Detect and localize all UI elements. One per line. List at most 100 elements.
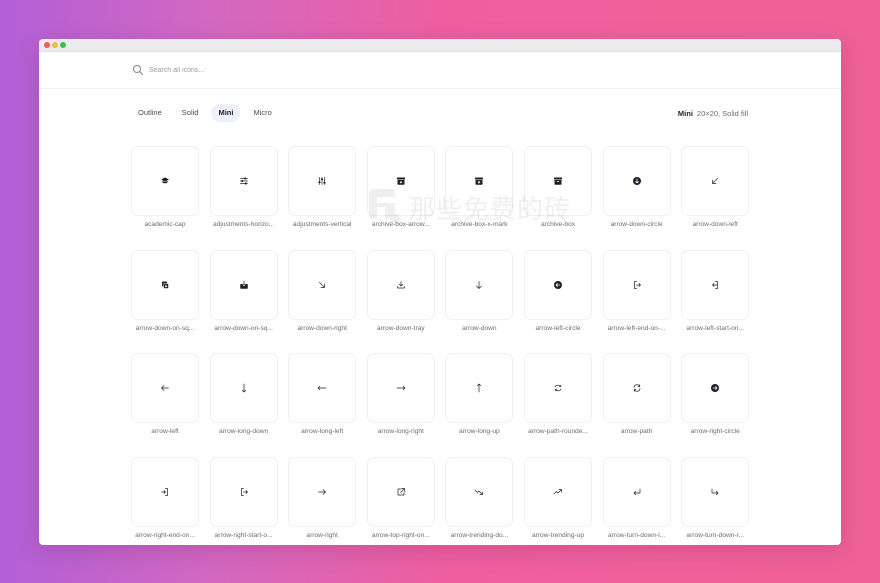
icon-tile[interactable] — [366, 456, 435, 527]
icon-tile[interactable] — [524, 249, 592, 320]
icon-card[interactable]: arrow-long-left — [288, 353, 357, 435]
arrow-right-end-on-rectangle-icon — [161, 487, 168, 496]
app-window: Outline Solid Mini Micro Mini20×20, Soli… — [39, 39, 841, 545]
icon-card[interactable]: arrow-path — [602, 353, 671, 435]
icon-name: arrow-long-up — [459, 428, 500, 435]
icon-card[interactable]: arrow-left-end-on-... — [602, 249, 671, 332]
tab-solid[interactable]: Solid — [175, 104, 206, 122]
arrow-path-rounded-square-icon — [554, 384, 562, 392]
icon-card[interactable]: arrow-down — [445, 249, 514, 332]
icon-tile[interactable] — [288, 353, 357, 423]
icon-tile[interactable] — [445, 353, 514, 423]
icon-card[interactable]: arrow-left-circle — [524, 249, 592, 332]
icon-card[interactable]: arrow-top-right-on... — [366, 456, 435, 539]
icon-name: adjustments-horizo... — [212, 221, 275, 228]
icon-tile[interactable] — [366, 353, 435, 423]
icon-tile[interactable] — [209, 249, 278, 320]
icon-name: arrow-down-circle — [610, 221, 663, 228]
zoom-window-button[interactable] — [60, 42, 66, 48]
icon-tile[interactable] — [602, 456, 671, 527]
icon-tile[interactable] — [602, 249, 671, 320]
icon-tile[interactable] — [681, 146, 750, 216]
close-window-button[interactable] — [44, 42, 50, 48]
icon-card[interactable]: arrow-right-end-on... — [131, 456, 199, 539]
icon-card[interactable]: arrow-down-right — [288, 249, 357, 332]
archive-box-icon — [554, 177, 562, 185]
icon-tile[interactable] — [681, 456, 750, 527]
icon-card[interactable]: arrow-trending-do... — [445, 456, 514, 539]
icon-tile[interactable] — [288, 146, 357, 216]
tab-micro[interactable]: Micro — [246, 104, 278, 122]
icon-tile[interactable] — [131, 456, 199, 527]
icon-tile[interactable] — [209, 456, 278, 527]
icon-card[interactable]: arrow-right-start-o... — [209, 456, 278, 539]
icon-card[interactable]: arrow-down-circle — [602, 146, 671, 228]
icon-card[interactable]: archive-box — [524, 146, 592, 228]
arrow-trending-down-icon — [475, 489, 484, 495]
icon-tile[interactable] — [445, 456, 514, 527]
icon-tile[interactable] — [209, 146, 278, 216]
arrow-left-end-on-rectangle-icon — [633, 280, 641, 289]
icon-card[interactable]: arrow-right-circle — [681, 353, 750, 435]
icon-card[interactable]: arrow-path-rounde... — [524, 353, 592, 435]
arrow-long-down-icon — [241, 383, 246, 393]
arrow-left-icon — [161, 385, 169, 391]
arrow-down-on-square-stack-icon — [162, 281, 169, 289]
search-bar — [39, 53, 841, 89]
icon-name: adjustments-vertical — [292, 221, 352, 228]
icon-name: arrow-right-circle — [690, 428, 740, 435]
search-input[interactable] — [149, 63, 649, 77]
icon-card[interactable]: arrow-turn-down-l... — [602, 456, 671, 539]
icon-name: arrow-left-start-on... — [686, 324, 744, 332]
icon-tile[interactable] — [445, 249, 514, 320]
icon-card[interactable]: arrow-long-down — [209, 353, 278, 435]
icon-card[interactable]: arrow-down-on-sq... — [209, 249, 278, 332]
icon-tile[interactable] — [445, 146, 514, 216]
archive-box-arrow-icon — [396, 177, 405, 185]
icon-tile[interactable] — [131, 146, 199, 216]
icon-card[interactable]: arrow-down-on-sq... — [131, 249, 199, 332]
icon-card[interactable]: arrow-trending-up — [524, 456, 592, 539]
icon-card[interactable]: arrow-down-tray — [366, 249, 435, 332]
icon-card[interactable]: arrow-turn-down-r... — [681, 456, 750, 539]
icon-tile[interactable] — [209, 353, 278, 423]
arrow-left-circle-icon — [554, 280, 562, 289]
icon-tile[interactable] — [288, 456, 357, 527]
icon-tile[interactable] — [131, 353, 199, 423]
tab-outline[interactable]: Outline — [131, 104, 169, 122]
icon-tile[interactable] — [366, 249, 435, 320]
icon-tile[interactable] — [524, 456, 592, 527]
icon-card[interactable]: arrow-long-up — [445, 353, 514, 435]
archive-box-x-mark-icon — [475, 177, 484, 185]
icon-card[interactable]: adjustments-horizo... — [209, 146, 278, 228]
adjustments-vertical-icon — [318, 177, 326, 185]
icon-card[interactable]: academic-cap — [131, 146, 199, 228]
icon-card[interactable]: archive-box-x-mark — [445, 146, 514, 228]
tab-mini[interactable]: Mini — [211, 104, 241, 122]
arrow-right-circle-icon — [711, 384, 720, 392]
icon-name: archive-box — [540, 221, 576, 228]
icon-card[interactable]: arrow-right — [288, 456, 357, 539]
icon-card[interactable]: adjustments-vertical — [288, 146, 357, 228]
icon-name: arrow-trending-do... — [450, 531, 509, 539]
icon-card[interactable]: archive-box-arrow... — [366, 146, 435, 228]
icon-name: arrow-right-end-on... — [135, 531, 195, 539]
icon-card[interactable]: arrow-left-start-on... — [681, 249, 750, 332]
icon-tile[interactable] — [524, 146, 592, 216]
icon-card[interactable]: arrow-long-right — [366, 353, 435, 435]
icon-name: arrow-down-on-sq... — [135, 324, 195, 332]
icon-tile[interactable] — [288, 249, 357, 320]
icon-tile[interactable] — [681, 353, 750, 423]
icon-tile[interactable] — [602, 353, 671, 423]
icon-card[interactable]: arrow-left — [131, 353, 199, 435]
icon-card[interactable]: arrow-down-left — [681, 146, 750, 228]
icon-name: arrow-down-left — [692, 221, 738, 228]
arrow-down-icon — [476, 280, 483, 289]
icon-tile[interactable] — [366, 146, 435, 216]
icon-tile[interactable] — [602, 146, 671, 216]
minimize-window-button[interactable] — [52, 42, 58, 48]
arrow-long-right-icon — [396, 385, 406, 391]
icon-tile[interactable] — [131, 249, 199, 320]
icon-tile[interactable] — [524, 353, 592, 423]
icon-tile[interactable] — [681, 249, 750, 320]
